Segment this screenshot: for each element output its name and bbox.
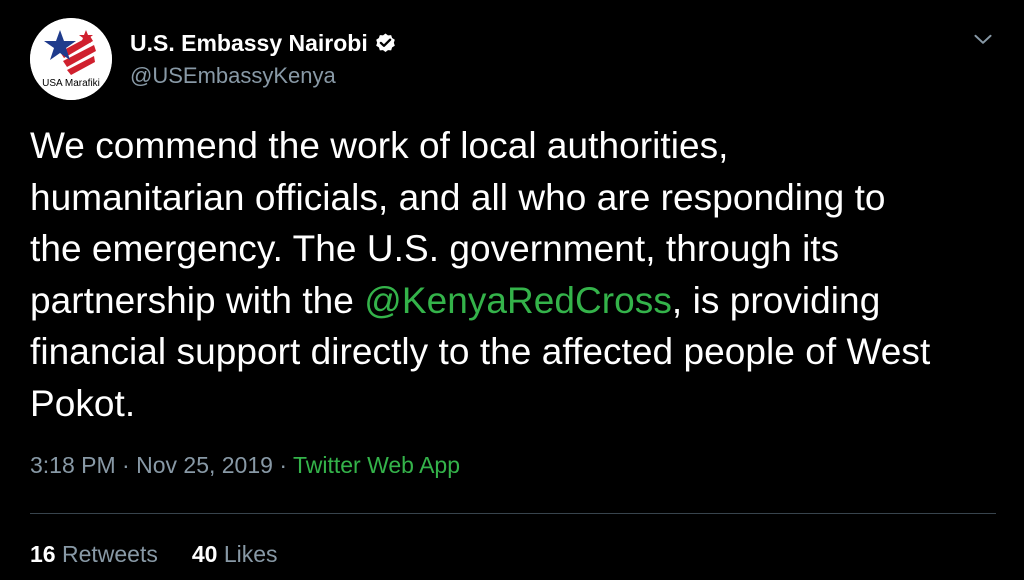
tweet-meta: 3:18 PM · Nov 25, 2019 · Twitter Web App bbox=[30, 452, 460, 479]
tweet-time[interactable]: 3:18 PM bbox=[30, 452, 116, 478]
tweet-stats: 16 Retweets 40 Likes bbox=[30, 541, 278, 568]
retweets-label: Retweets bbox=[61, 541, 158, 567]
author-name-row[interactable]: U.S. Embassy Nairobi bbox=[130, 26, 397, 60]
chevron-down-icon[interactable] bbox=[970, 26, 996, 52]
retweets-stat[interactable]: 16 Retweets bbox=[30, 541, 158, 567]
tweet-text: We commend the work of local authorities… bbox=[30, 120, 1005, 429]
author-handle[interactable]: @USEmbassyKenya bbox=[130, 63, 336, 89]
tweet-date[interactable]: Nov 25, 2019 bbox=[136, 452, 273, 478]
avatar-logo-text: USA Marafiki bbox=[42, 78, 100, 89]
likes-label: Likes bbox=[223, 541, 278, 567]
divider bbox=[30, 513, 996, 514]
verified-badge-icon bbox=[375, 32, 395, 52]
tweet-source-link[interactable]: Twitter Web App bbox=[293, 452, 460, 478]
meta-separator: · bbox=[272, 452, 293, 478]
likes-count: 40 bbox=[191, 541, 218, 567]
display-name[interactable]: U.S. Embassy Nairobi bbox=[130, 30, 368, 57]
retweets-count: 16 bbox=[30, 541, 56, 567]
mention-link[interactable]: @KenyaRedCross bbox=[364, 280, 672, 321]
meta-separator: · bbox=[115, 452, 137, 478]
usa-marafiki-logo: USA Marafiki bbox=[30, 18, 112, 100]
likes-stat[interactable]: 40 Likes bbox=[192, 541, 278, 567]
avatar[interactable]: USA Marafiki bbox=[30, 18, 112, 100]
